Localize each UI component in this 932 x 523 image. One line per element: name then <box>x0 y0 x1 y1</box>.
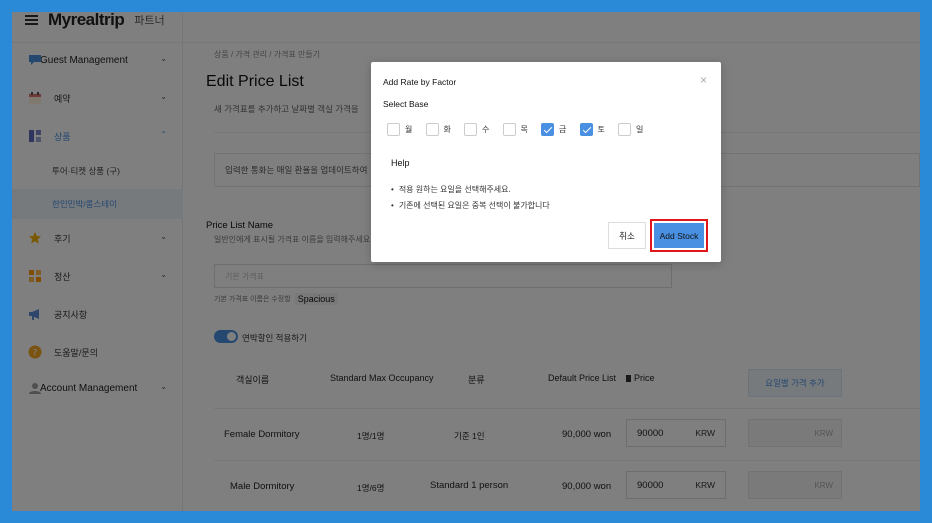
help-list: 적용 원하는 요일을 선택해주세요. 기존에 선택된 요일은 중복 선택이 불가… <box>391 184 550 216</box>
weekday-label: 금 <box>559 125 567 134</box>
weekday-option-sun[interactable]: 일 <box>618 123 657 136</box>
weekday-label: 목 <box>520 125 528 134</box>
weekday-option-fri[interactable]: 금 <box>541 123 580 136</box>
app-frame: Myrealtrip 파트너 Guest Management ⌄ 예약 ⌄ 상… <box>12 12 920 511</box>
checkbox[interactable] <box>618 123 631 136</box>
weekday-option-thu[interactable]: 목 <box>502 123 542 136</box>
weekday-label: 월 <box>405 125 413 134</box>
add-stock-button[interactable]: Add Stock <box>654 223 704 248</box>
close-icon[interactable]: × <box>700 73 707 87</box>
checkbox[interactable] <box>464 123 477 136</box>
weekday-checkbox-group: 월 화 수 목 금 토 일 <box>387 123 657 136</box>
help-item: 적용 원하는 요일을 선택해주세요. <box>391 184 550 195</box>
modal-title: Add Rate by Factor <box>383 77 457 87</box>
add-rate-modal: Add Rate by Factor × Select Base 월 화 수 목… <box>371 62 721 262</box>
weekday-option-mon[interactable]: 월 <box>387 123 426 136</box>
checkbox[interactable] <box>425 123 439 136</box>
help-item: 기존에 선택된 요일은 중복 선택이 불가합니다 <box>391 200 550 211</box>
checkbox-checked[interactable] <box>541 123 554 136</box>
weekday-option-tue[interactable]: 화 <box>425 123 465 136</box>
highlight-box: Add Stock <box>650 219 708 252</box>
weekday-label: 일 <box>636 125 644 134</box>
weekday-option-wed[interactable]: 수 <box>464 123 503 136</box>
cancel-button[interactable]: 취소 <box>608 222 646 249</box>
checkbox[interactable] <box>387 123 400 136</box>
help-title: Help <box>391 158 410 168</box>
weekday-label: 화 <box>443 125 451 134</box>
checkbox-checked[interactable] <box>579 123 593 136</box>
weekday-label: 수 <box>482 125 490 134</box>
checkbox[interactable] <box>502 123 516 136</box>
weekday-label: 토 <box>597 125 605 134</box>
weekday-option-sat[interactable]: 토 <box>579 123 619 136</box>
select-base-label: Select Base <box>383 99 429 109</box>
